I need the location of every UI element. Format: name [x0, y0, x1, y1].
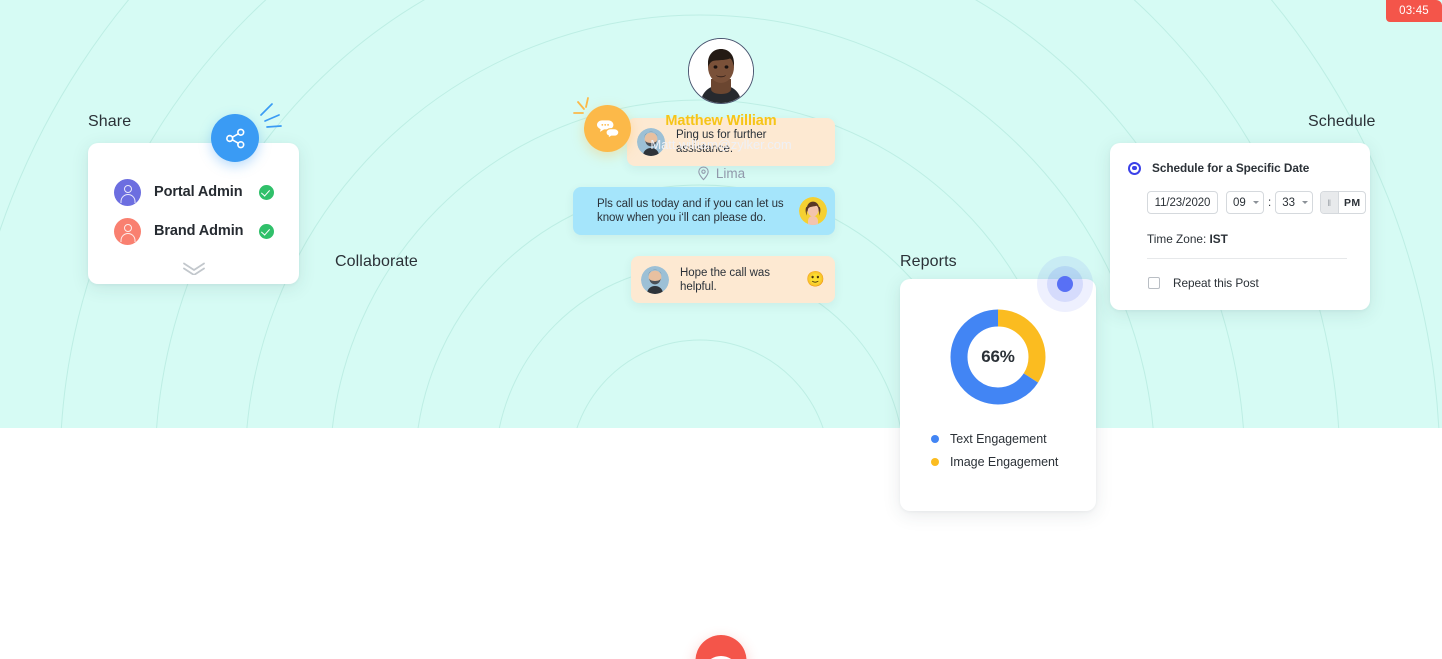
- legend-label: Image Engagement: [950, 455, 1059, 469]
- share-card: Portal Admin Brand Admin: [88, 143, 299, 284]
- map-pin-icon: [697, 166, 710, 181]
- caller-location-text: Lima: [715, 166, 746, 181]
- bearded-man-avatar: [641, 265, 669, 294]
- share-nodes-icon[interactable]: [211, 114, 259, 162]
- share-member-name: Portal Admin: [154, 184, 243, 200]
- chevron-down-icon: [1302, 201, 1309, 204]
- legend-dot-icon: [931, 435, 939, 443]
- list-item[interactable]: Brand Admin: [88, 212, 299, 250]
- hour-select[interactable]: 09: [1226, 191, 1264, 214]
- woman-avatar: [799, 197, 827, 225]
- repeat-post-option[interactable]: Repeat this Post: [1148, 276, 1259, 290]
- checkbox-unchecked[interactable]: [1148, 277, 1160, 289]
- legend-dot-icon: [931, 458, 939, 466]
- person-photo-avatar: [688, 38, 754, 104]
- live-indicator-dot[interactable]: [1037, 256, 1093, 312]
- phone-hangup-icon[interactable]: [695, 635, 747, 659]
- schedule-section-label: Schedule: [1308, 113, 1376, 130]
- minute-value: 33: [1282, 196, 1295, 209]
- chat-bubbles-icon[interactable]: [584, 105, 631, 152]
- timezone-row: Time Zone: IST: [1147, 232, 1228, 246]
- time-colon-separator: :: [1268, 196, 1272, 209]
- reports-section-label: Reports: [900, 253, 957, 270]
- double-chevron-down-icon[interactable]: [88, 261, 299, 275]
- ampm-field[interactable]: ‖ PM: [1320, 191, 1367, 214]
- call-timer-badge: 03:45: [1386, 0, 1442, 22]
- engagement-donut-chart: 66%: [948, 307, 1048, 407]
- date-input[interactable]: 11/23/2020: [1147, 191, 1218, 214]
- chat-message-incoming: Hope the call was helpful. 🙂: [631, 256, 835, 303]
- user-avatar-icon: [114, 178, 141, 206]
- user-avatar-icon: [114, 217, 141, 245]
- schedule-card: Schedule for a Specific Date 11/23/2020 …: [1110, 143, 1370, 310]
- radio-button-selected[interactable]: [1128, 161, 1141, 175]
- hour-value: 09: [1233, 196, 1246, 209]
- illustration-canvas: Share Portal Admin Brand Admin Ping us f…: [0, 0, 1442, 659]
- schedule-specific-date-option[interactable]: Schedule for a Specific Date: [1128, 161, 1309, 175]
- check-circle-icon: [259, 223, 274, 239]
- chat-message-text: Hope the call was helpful.: [680, 266, 770, 293]
- smiley-emoji-icon: 🙂: [806, 271, 825, 288]
- collaborate-section-label: Collaborate: [335, 253, 418, 270]
- legend-label: Text Engagement: [950, 432, 1047, 446]
- radio-label: Schedule for a Specific Date: [1152, 161, 1310, 175]
- schedule-datetime-fields: 11/23/2020 09 : 33 ‖ PM: [1147, 191, 1367, 214]
- reports-card: 66% Text Engagement Image Engagement: [900, 279, 1096, 511]
- chevron-down-icon: [1253, 201, 1259, 204]
- share-member-name: Brand Admin: [154, 223, 244, 239]
- divider: [1147, 258, 1347, 259]
- timezone-value: IST: [1209, 232, 1228, 246]
- timezone-label: Time Zone:: [1147, 232, 1210, 246]
- spinner-handle-icon[interactable]: ‖: [1321, 192, 1340, 213]
- check-circle-icon: [259, 184, 274, 200]
- chat-message-text: Pls call us today and if you can let us …: [597, 198, 784, 224]
- donut-center-label: 66%: [981, 347, 1015, 366]
- repeat-post-label: Repeat this Post: [1173, 276, 1259, 290]
- minute-select[interactable]: 33: [1275, 191, 1314, 214]
- legend-item-text-engagement: Text Engagement: [931, 432, 1047, 446]
- legend-item-image-engagement: Image Engagement: [931, 455, 1058, 469]
- chat-message-outgoing: Pls call us today and if you can let us …: [573, 187, 835, 235]
- ampm-value: PM: [1344, 196, 1361, 209]
